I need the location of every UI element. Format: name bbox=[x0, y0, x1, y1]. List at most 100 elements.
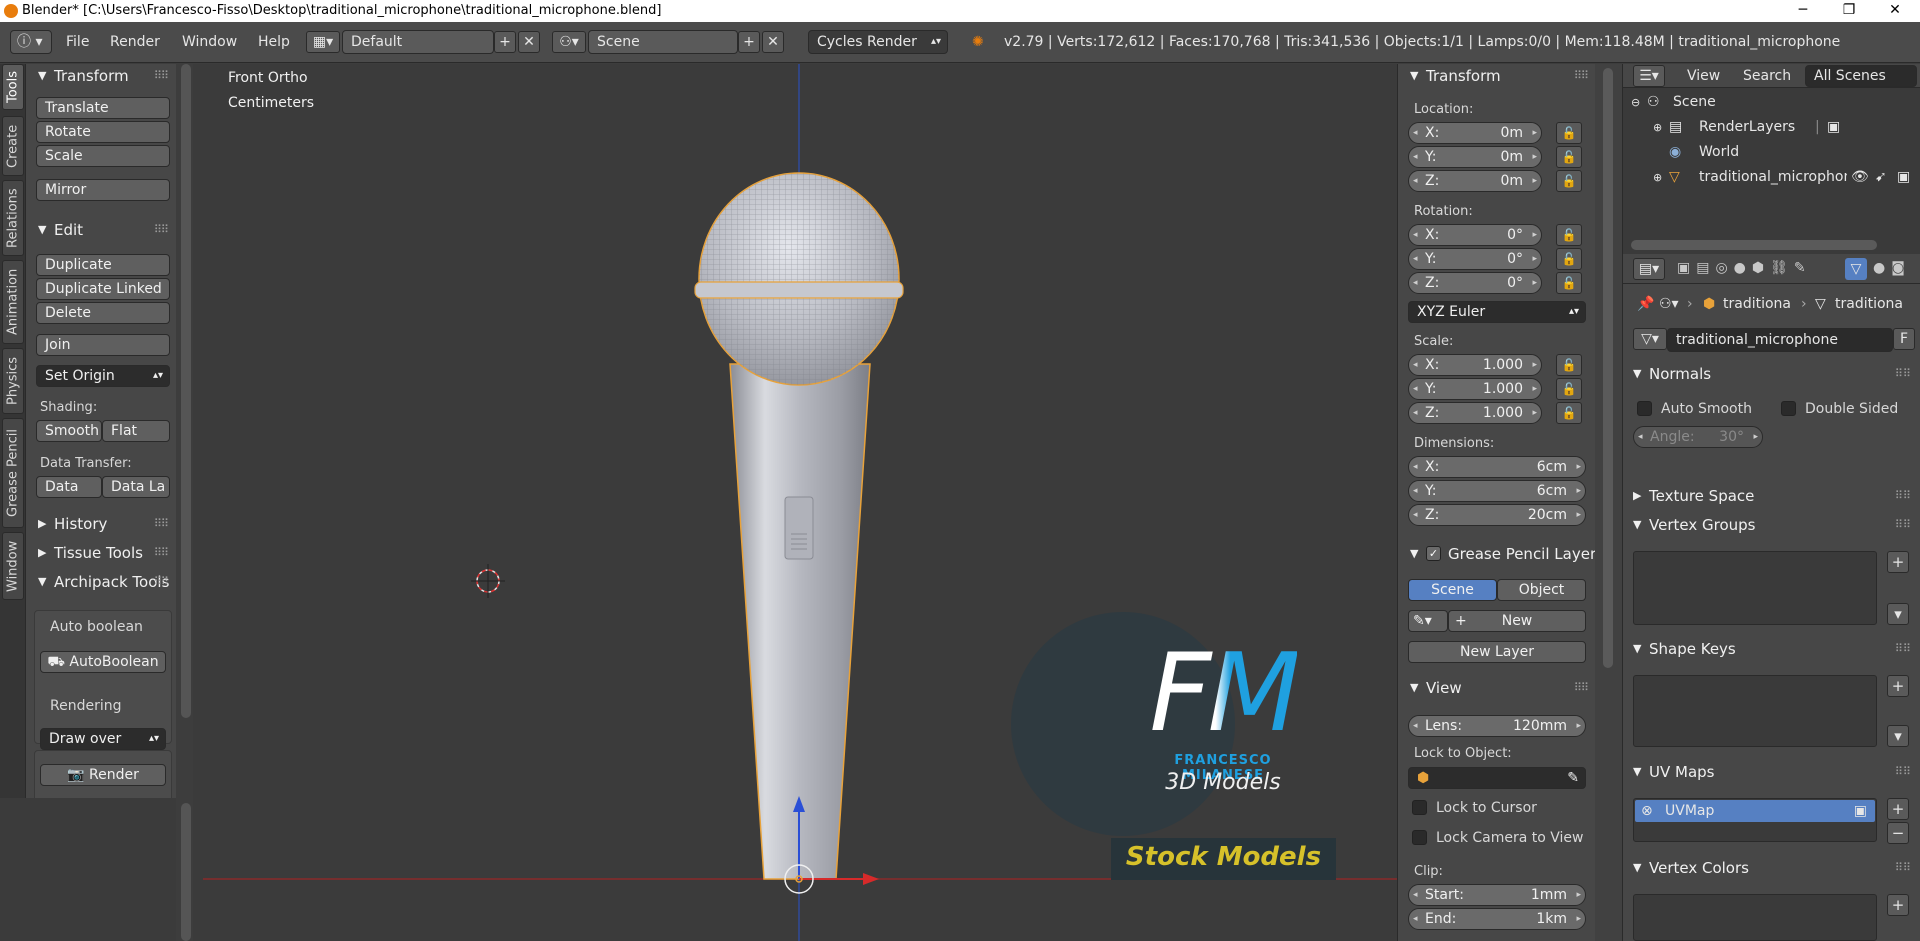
location-y-field[interactable]: ◂ Y: 0m ▸ bbox=[1408, 146, 1542, 168]
new-layer-button[interactable]: New Layer bbox=[1408, 641, 1586, 663]
context-tabs[interactable]: ▣▤◎●⬢⛓✎ bbox=[1677, 260, 1812, 276]
outliner-editor-icon[interactable]: ☰▾ bbox=[1633, 65, 1665, 87]
scale-y-field[interactable]: ◂ Y: 1.000 ▸ bbox=[1408, 378, 1542, 400]
outliner-row-world[interactable]: ◉ World bbox=[1623, 140, 1920, 165]
add-uv-map-button[interactable]: + bbox=[1887, 798, 1909, 820]
draw-over-select[interactable]: Draw over ▴▾ bbox=[40, 728, 166, 750]
dimension-z-field[interactable]: ◂ Z: 20cm ▸ bbox=[1408, 504, 1586, 526]
menu-file[interactable]: File bbox=[66, 22, 89, 63]
tab-grease-pencil[interactable]: Grease Pencil bbox=[2, 418, 24, 528]
screen-layout-icon[interactable]: ▦▾ bbox=[306, 31, 340, 53]
vertex-group-menu-button[interactable]: ▾ bbox=[1887, 603, 1909, 625]
eyedropper-icon[interactable]: ✎ bbox=[1567, 768, 1579, 788]
lock-icon[interactable]: 🔓 bbox=[1556, 146, 1582, 168]
drag-grip-icon[interactable]: ⠿⠿ bbox=[1895, 484, 1911, 508]
close-window-button[interactable]: ✕ bbox=[1872, 0, 1918, 22]
delete-button[interactable]: Delete bbox=[36, 302, 170, 324]
drag-grip-icon[interactable]: ⠿⠿ bbox=[1574, 676, 1589, 700]
duplicate-button[interactable]: Duplicate bbox=[36, 254, 170, 276]
tissue-panel-header[interactable]: ▶ Tissue Tools ⠿⠿ bbox=[26, 541, 176, 565]
lock-icon[interactable]: 🔓 bbox=[1556, 354, 1582, 376]
scale-z-field[interactable]: ◂ Z: 1.000 ▸ bbox=[1408, 402, 1542, 424]
add-shape-key-button[interactable]: + bbox=[1887, 675, 1909, 697]
flat-button[interactable]: Flat bbox=[102, 420, 170, 442]
remove-screen-icon[interactable]: ✕ bbox=[518, 31, 540, 53]
drag-grip-icon[interactable]: ⠿⠿ bbox=[1895, 856, 1911, 880]
edit-panel-header[interactable]: ▼ Edit ⠿⠿ bbox=[26, 218, 176, 242]
normals-panel-header[interactable]: ▼ Normals ⠿⠿ bbox=[1633, 362, 1911, 386]
angle-field[interactable]: ◂ Angle: 30° ▸ bbox=[1633, 426, 1763, 448]
cursor-select-icon[interactable]: ➹ bbox=[1875, 165, 1887, 190]
data-button[interactable]: Data bbox=[36, 476, 102, 498]
rotation-y-field[interactable]: ◂ Y: 0° ▸ bbox=[1408, 248, 1542, 270]
npanel-scrollbar[interactable] bbox=[1603, 68, 1613, 668]
archipack-panel-header[interactable]: ▼ Archipack Tools ⠿⠿ bbox=[26, 570, 176, 594]
drag-grip-icon[interactable]: ⠿⠿ bbox=[1895, 760, 1911, 784]
vertex-groups-list[interactable] bbox=[1633, 551, 1877, 625]
vertex-groups-panel-header[interactable]: ▼ Vertex Groups ⠿⠿ bbox=[1633, 513, 1911, 537]
tab-physics[interactable]: Physics bbox=[2, 348, 24, 414]
tab-window[interactable]: Window bbox=[2, 532, 24, 600]
render-button[interactable]: 📷 Render bbox=[40, 764, 166, 786]
outliner-hscrollbar[interactable] bbox=[1631, 240, 1877, 250]
scene-field[interactable]: Scene bbox=[588, 30, 738, 54]
autoboolean-button[interactable]: ⛟ AutoBoolean bbox=[40, 651, 166, 673]
scene-tab-button[interactable]: Scene bbox=[1408, 579, 1497, 601]
remove-uv-map-button[interactable]: − bbox=[1887, 822, 1909, 844]
auto-smooth-checkbox[interactable] bbox=[1637, 401, 1652, 416]
set-origin-select[interactable]: Set Origin ▴▾ bbox=[36, 365, 170, 387]
menu-window[interactable]: Window bbox=[182, 22, 237, 63]
grease-pencil-checkbox[interactable]: ✓ bbox=[1426, 546, 1441, 561]
dimension-y-field[interactable]: ◂ Y: 6cm ▸ bbox=[1408, 480, 1586, 502]
shape-key-menu-button[interactable]: ▾ bbox=[1887, 725, 1909, 747]
mirror-button[interactable]: Mirror bbox=[36, 179, 170, 201]
history-panel-header[interactable]: ▶ History ⠿⠿ bbox=[26, 512, 176, 536]
uv-map-item[interactable]: ⊗ UVMap ▣ bbox=[1635, 800, 1875, 822]
tab-tools[interactable]: Tools bbox=[2, 64, 24, 110]
3d-viewport[interactable]: Front Ortho Centimeters FM FRANCESCO MIL… bbox=[203, 64, 1397, 941]
drag-grip-icon[interactable]: ⠿⠿ bbox=[154, 512, 169, 536]
rotate-button[interactable]: Rotate bbox=[36, 121, 170, 143]
dimension-x-field[interactable]: ◂ X: 6cm ▸ bbox=[1408, 456, 1586, 478]
outliner-row-scene[interactable]: ⊖ ⚇ Scene bbox=[1623, 90, 1920, 115]
mesh-data-tab-icon[interactable]: ▽ bbox=[1845, 258, 1867, 280]
tab-animation[interactable]: Animation bbox=[2, 260, 24, 344]
menu-help[interactable]: Help bbox=[258, 22, 290, 63]
add-vertex-group-button[interactable]: + bbox=[1887, 551, 1909, 573]
location-x-field[interactable]: ◂ X: 0m ▸ bbox=[1408, 122, 1542, 144]
clip-end-field[interactable]: ◂ End: 1km ▸ bbox=[1408, 908, 1586, 930]
object-tab-button[interactable]: Object bbox=[1497, 579, 1586, 601]
lock-icon[interactable]: 🔓 bbox=[1556, 122, 1582, 144]
render-camera-icon[interactable]: ▣ bbox=[1854, 800, 1867, 822]
drag-grip-icon[interactable]: ⠿⠿ bbox=[1574, 64, 1589, 88]
join-button[interactable]: Join bbox=[36, 334, 170, 356]
scale-button[interactable]: Scale bbox=[36, 145, 170, 167]
tool-shelf-scrollbar[interactable] bbox=[181, 64, 191, 718]
duplicate-linked-button[interactable]: Duplicate Linked bbox=[36, 278, 170, 300]
more-tabs[interactable]: ●◙ bbox=[1873, 260, 1911, 276]
render-layer-toggle-icon[interactable]: ▣ bbox=[1827, 115, 1840, 140]
lock-cursor-checkbox[interactable] bbox=[1412, 800, 1427, 815]
maximize-button[interactable]: ❐ bbox=[1826, 0, 1872, 22]
add-scene-icon[interactable]: + bbox=[738, 31, 760, 53]
lock-icon[interactable]: 🔓 bbox=[1556, 248, 1582, 270]
lock-icon[interactable]: 🔓 bbox=[1556, 378, 1582, 400]
lock-icon[interactable]: 🔓 bbox=[1556, 170, 1582, 192]
outliner-row-renderlayers[interactable]: ⊕ ▤ RenderLayers | ▣ bbox=[1623, 115, 1920, 140]
pin-icon[interactable]: 📌 bbox=[1637, 296, 1654, 312]
view-panel-header[interactable]: ▼ View ⠿⠿ bbox=[1398, 676, 1596, 700]
drag-grip-icon[interactable]: ⠿⠿ bbox=[1895, 362, 1911, 386]
minimize-button[interactable]: ─ bbox=[1780, 0, 1826, 22]
drag-grip-icon[interactable]: ⠿⠿ bbox=[154, 541, 169, 565]
tool-shelf-scrollbar-lower[interactable] bbox=[181, 803, 191, 941]
scale-x-field[interactable]: ◂ X: 1.000 ▸ bbox=[1408, 354, 1542, 376]
vertex-colors-list[interactable] bbox=[1633, 894, 1877, 941]
grease-pencil-panel-header[interactable]: ▼ ✓ Grease Pencil Layer bbox=[1398, 542, 1596, 566]
outliner-view-menu[interactable]: View bbox=[1687, 64, 1720, 88]
render-camera-icon[interactable]: ▣ bbox=[1897, 165, 1910, 190]
display-mode-select[interactable]: All Scenes bbox=[1805, 65, 1917, 87]
breadcrumb-object[interactable]: traditiona bbox=[1723, 296, 1791, 312]
eye-icon[interactable]: 👁 bbox=[1851, 165, 1869, 190]
rotation-x-field[interactable]: ◂ X: 0° ▸ bbox=[1408, 224, 1542, 246]
lock-icon[interactable]: 🔓 bbox=[1556, 224, 1582, 246]
